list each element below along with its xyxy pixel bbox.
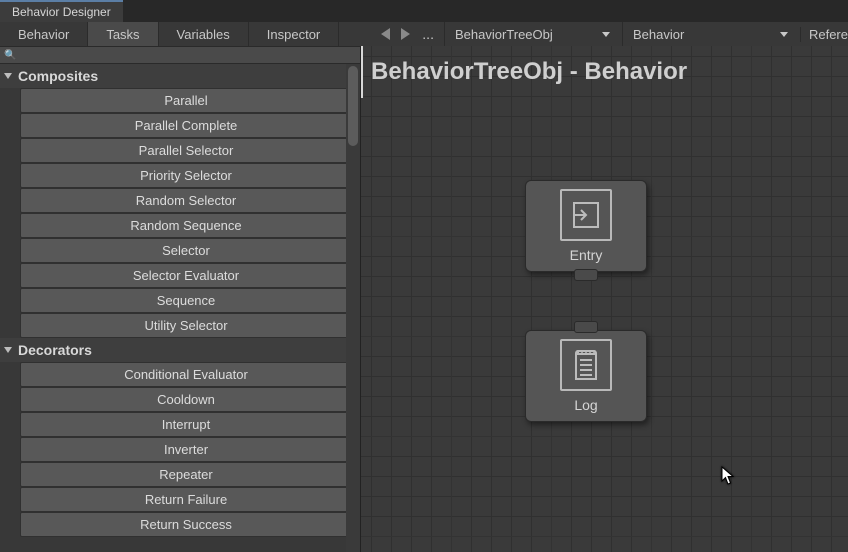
node-port-out[interactable] (574, 269, 598, 281)
task-sidebar: 🔍 Composites Parallel Parallel Complete … (0, 46, 360, 552)
entry-icon (560, 189, 612, 241)
task-item-random-sequence[interactable]: Random Sequence (20, 213, 352, 238)
task-item-priority-selector[interactable]: Priority Selector (20, 163, 352, 188)
task-item-interrupt[interactable]: Interrupt (20, 412, 352, 437)
history-back-button[interactable] (378, 27, 392, 41)
node-port-in[interactable] (574, 321, 598, 333)
references-label[interactable]: Refere (800, 27, 848, 42)
tree-object-dropdown-label: BehaviorTreeObj (455, 27, 553, 42)
scrollbar-track[interactable] (346, 64, 360, 552)
behavior-dropdown-label: Behavior (633, 27, 684, 42)
content-area: 🔍 Composites Parallel Parallel Complete … (0, 46, 848, 552)
node-entry[interactable]: Entry (525, 180, 647, 272)
node-log-label: Log (574, 397, 597, 413)
toolbar: ... BehaviorTreeObj Behavior Refere (374, 22, 848, 46)
history-forward-button[interactable] (398, 27, 412, 41)
main-tab-row: Behavior Tasks Variables Inspector ... B… (0, 22, 848, 46)
panel-tabs: Behavior Tasks Variables Inspector (0, 22, 374, 46)
task-item-selector[interactable]: Selector (20, 238, 352, 263)
scrollbar-thumb[interactable] (348, 66, 358, 146)
cursor-icon (721, 466, 735, 491)
canvas-title: BehaviorTreeObj - Behavior (371, 58, 687, 86)
ellipsis-icon: ... (422, 26, 434, 42)
node-log[interactable]: Log (525, 330, 647, 422)
task-list: Composites Parallel Parallel Complete Pa… (0, 64, 360, 552)
task-item-parallel-selector[interactable]: Parallel Selector (20, 138, 352, 163)
task-item-cooldown[interactable]: Cooldown (20, 387, 352, 412)
search-icon: 🔍 (4, 50, 16, 61)
tab-tasks[interactable]: Tasks (88, 22, 158, 46)
tab-variables-label: Variables (177, 27, 230, 42)
triangle-right-icon (401, 28, 410, 40)
category-composites-label: Composites (18, 68, 98, 84)
window-title: Behavior Designer (12, 5, 111, 19)
category-composites[interactable]: Composites (0, 64, 360, 88)
category-decorators-label: Decorators (18, 342, 92, 358)
disclosure-triangle-icon (4, 347, 12, 353)
search-row: 🔍 (0, 46, 360, 64)
task-item-return-failure[interactable]: Return Failure (20, 487, 352, 512)
tab-variables[interactable]: Variables (159, 22, 249, 46)
category-decorators[interactable]: Decorators (0, 338, 360, 362)
tab-behavior[interactable]: Behavior (0, 22, 88, 46)
triangle-left-icon (381, 28, 390, 40)
node-entry-label: Entry (570, 247, 603, 263)
task-item-sequence[interactable]: Sequence (20, 288, 352, 313)
task-item-repeater[interactable]: Repeater (20, 462, 352, 487)
title-bar: Behavior Designer (0, 0, 848, 22)
window-title-tab[interactable]: Behavior Designer (0, 0, 123, 22)
more-menu-button[interactable]: ... (418, 26, 438, 42)
node-edge (361, 46, 363, 98)
tab-inspector-label: Inspector (267, 27, 320, 42)
chevron-down-icon (780, 32, 788, 37)
task-item-utility-selector[interactable]: Utility Selector (20, 313, 352, 338)
task-item-selector-evaluator[interactable]: Selector Evaluator (20, 263, 352, 288)
task-item-parallel[interactable]: Parallel (20, 88, 352, 113)
behavior-dropdown[interactable]: Behavior (622, 22, 794, 46)
tab-tasks-label: Tasks (106, 27, 139, 42)
tab-behavior-label: Behavior (18, 27, 69, 42)
task-item-conditional-evaluator[interactable]: Conditional Evaluator (20, 362, 352, 387)
tab-inspector[interactable]: Inspector (249, 22, 339, 46)
log-icon (560, 339, 612, 391)
task-item-random-selector[interactable]: Random Selector (20, 188, 352, 213)
search-input[interactable] (16, 49, 360, 61)
tree-object-dropdown[interactable]: BehaviorTreeObj (444, 22, 616, 46)
task-item-inverter[interactable]: Inverter (20, 437, 352, 462)
task-item-return-success[interactable]: Return Success (20, 512, 352, 537)
disclosure-triangle-icon (4, 73, 12, 79)
behavior-canvas[interactable]: BehaviorTreeObj - Behavior Entry (360, 46, 848, 552)
chevron-down-icon (602, 32, 610, 37)
task-item-parallel-complete[interactable]: Parallel Complete (20, 113, 352, 138)
